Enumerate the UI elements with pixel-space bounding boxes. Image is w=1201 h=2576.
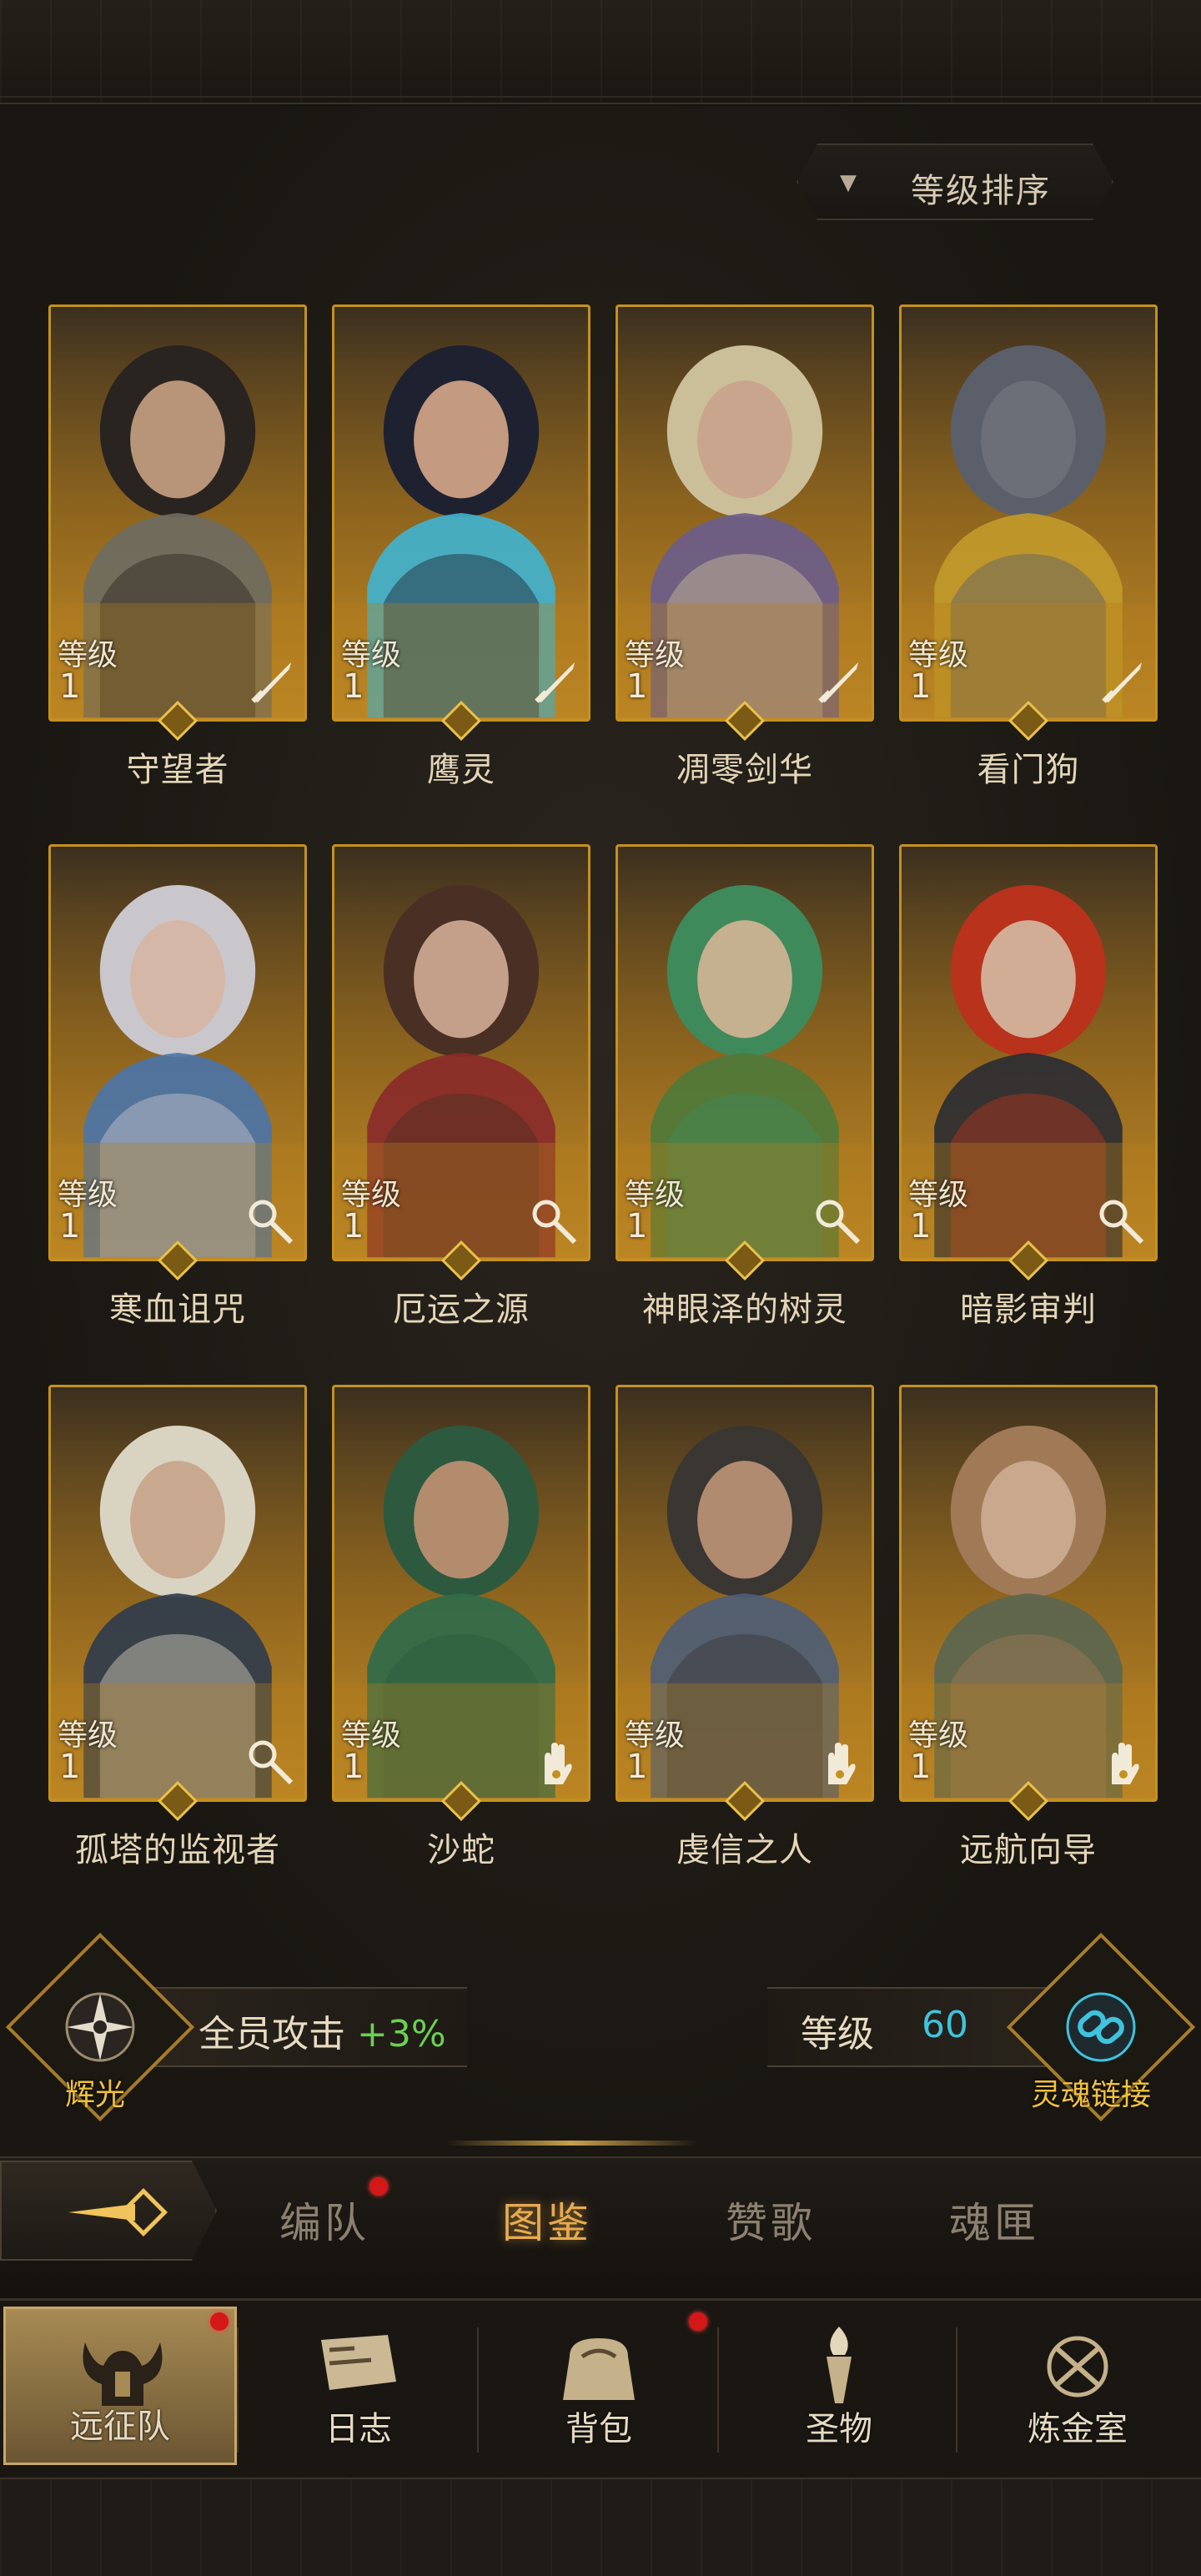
nav-item[interactable]: 日志 <box>242 2307 475 2465</box>
nav-separator <box>237 2327 239 2453</box>
hero-name: 神眼泽的树灵 <box>642 1291 847 1329</box>
chain-link-icon <box>1066 1992 1136 2062</box>
palm-icon <box>828 1743 856 1784</box>
nav-label: 炼金室 <box>1028 2410 1128 2448</box>
staff-icon <box>249 1740 294 1785</box>
radiance-label: 辉光 <box>65 2078 126 2112</box>
staff-icon <box>816 1200 861 1245</box>
staff-icon <box>532 1200 577 1245</box>
level-value: 1 <box>910 1748 932 1786</box>
nav-separator <box>956 2327 957 2453</box>
level-value: 1 <box>910 1207 932 1245</box>
bonus-value: +3% <box>357 2013 446 2055</box>
nav-separator <box>717 2327 719 2453</box>
hero-card[interactable]: 等级 1 <box>332 844 590 1261</box>
sword-icon <box>251 662 291 703</box>
soul-link-level-label: 等级 <box>801 2013 874 2055</box>
hero-name: 远航向导 <box>960 1831 1097 1869</box>
soul-link-level-value: 60 <box>922 2004 968 2046</box>
sub-tab[interactable]: 编队 <box>279 2190 369 2250</box>
hero-name: 沙蛇 <box>427 1831 495 1869</box>
team-attack-bonus: 全员攻击 +3% <box>198 2004 446 2057</box>
hero-card[interactable]: 等级 1 <box>332 1385 590 1802</box>
hero-card[interactable]: 等级 1 <box>332 304 590 722</box>
horned-helmet-icon <box>83 2342 163 2406</box>
hero-card[interactable]: 等级 1 <box>899 1385 1158 1802</box>
scroll-icon <box>321 2335 396 2390</box>
level-value: 1 <box>59 1748 81 1786</box>
nav-label: 远征队 <box>70 2407 170 2446</box>
hero-card[interactable]: 等级 1 <box>48 1385 307 1802</box>
sword-icon <box>535 662 575 703</box>
alchemy-icon <box>1047 2336 1108 2397</box>
active-tab-indicator <box>446 2141 696 2146</box>
level-value: 1 <box>343 1748 364 1786</box>
hero-card[interactable]: 等级 1 <box>616 304 874 722</box>
palm-icon <box>1112 1743 1139 1784</box>
hero-card[interactable]: 等级 1 <box>899 304 1158 722</box>
nav-label: 背包 <box>565 2410 632 2448</box>
hero-card[interactable]: 等级 1 <box>48 844 307 1261</box>
nav-label: 日志 <box>325 2410 392 2448</box>
dropdown-arrow-icon: ▼ <box>840 170 857 195</box>
level-value: 1 <box>343 667 364 706</box>
bonus-text: 全员攻击 <box>198 2013 345 2055</box>
hero-name: 鹰灵 <box>427 751 495 789</box>
hero-name: 虔信之人 <box>676 1831 813 1869</box>
soul-link-label: 灵魂链接 <box>1031 2078 1152 2112</box>
nav-item[interactable]: 圣物 <box>722 2307 956 2465</box>
level-value: 1 <box>910 667 932 706</box>
compass-star-icon <box>65 1992 135 2062</box>
level-value: 1 <box>626 1748 648 1786</box>
sword-icon <box>818 662 858 703</box>
back-arrow-icon <box>68 2188 168 2236</box>
nav-item[interactable]: 远征队 <box>3 2307 237 2465</box>
nav-label: 圣物 <box>806 2410 872 2448</box>
hero-name: 守望者 <box>126 751 229 789</box>
hero-name: 看门狗 <box>977 751 1080 789</box>
level-value: 1 <box>59 667 81 706</box>
staff-icon <box>249 1200 294 1245</box>
level-value: 1 <box>59 1207 81 1245</box>
top-ornament-band <box>0 0 1201 104</box>
sort-label: 等级排序 <box>911 172 1051 210</box>
notification-dot <box>369 2177 388 2196</box>
hero-card[interactable]: 等级 1 <box>899 844 1158 1261</box>
hero-name: 凋零剑华 <box>676 751 813 789</box>
sub-tab[interactable]: 赞歌 <box>726 2190 816 2250</box>
level-value: 1 <box>626 667 648 706</box>
hero-name: 寒血诅咒 <box>109 1291 246 1329</box>
palm-icon <box>545 1743 572 1784</box>
hero-card[interactable]: 等级 1 <box>616 844 874 1261</box>
nav-item[interactable]: 炼金室 <box>961 2307 1194 2465</box>
sub-tab[interactable]: 魂匣 <box>949 2190 1039 2250</box>
nav-separator <box>477 2327 479 2453</box>
sword-icon <box>1102 662 1142 703</box>
hero-card[interactable]: 等级 1 <box>616 1385 874 1802</box>
hero-card[interactable]: 等级 1 <box>48 304 307 722</box>
back-button[interactable] <box>0 2161 217 2261</box>
hero-name: 孤塔的监视者 <box>75 1831 280 1869</box>
level-value: 1 <box>343 1207 364 1245</box>
bottom-ornament-band <box>0 2478 1201 2576</box>
sub-tab[interactable]: 图鉴 <box>502 2190 592 2250</box>
sort-by-level-button[interactable]: ▼ 等级排序 <box>796 143 1113 220</box>
hero-name: 厄运之源 <box>393 1291 530 1329</box>
hero-name: 暗影审判 <box>960 1291 1097 1329</box>
nav-item[interactable]: 背包 <box>482 2307 716 2465</box>
notification-dot <box>689 2312 707 2331</box>
torch-icon <box>827 2327 852 2403</box>
notification-dot <box>210 2312 229 2331</box>
staff-icon <box>1099 1200 1144 1245</box>
level-value: 1 <box>626 1207 648 1245</box>
bag-icon <box>563 2338 635 2400</box>
